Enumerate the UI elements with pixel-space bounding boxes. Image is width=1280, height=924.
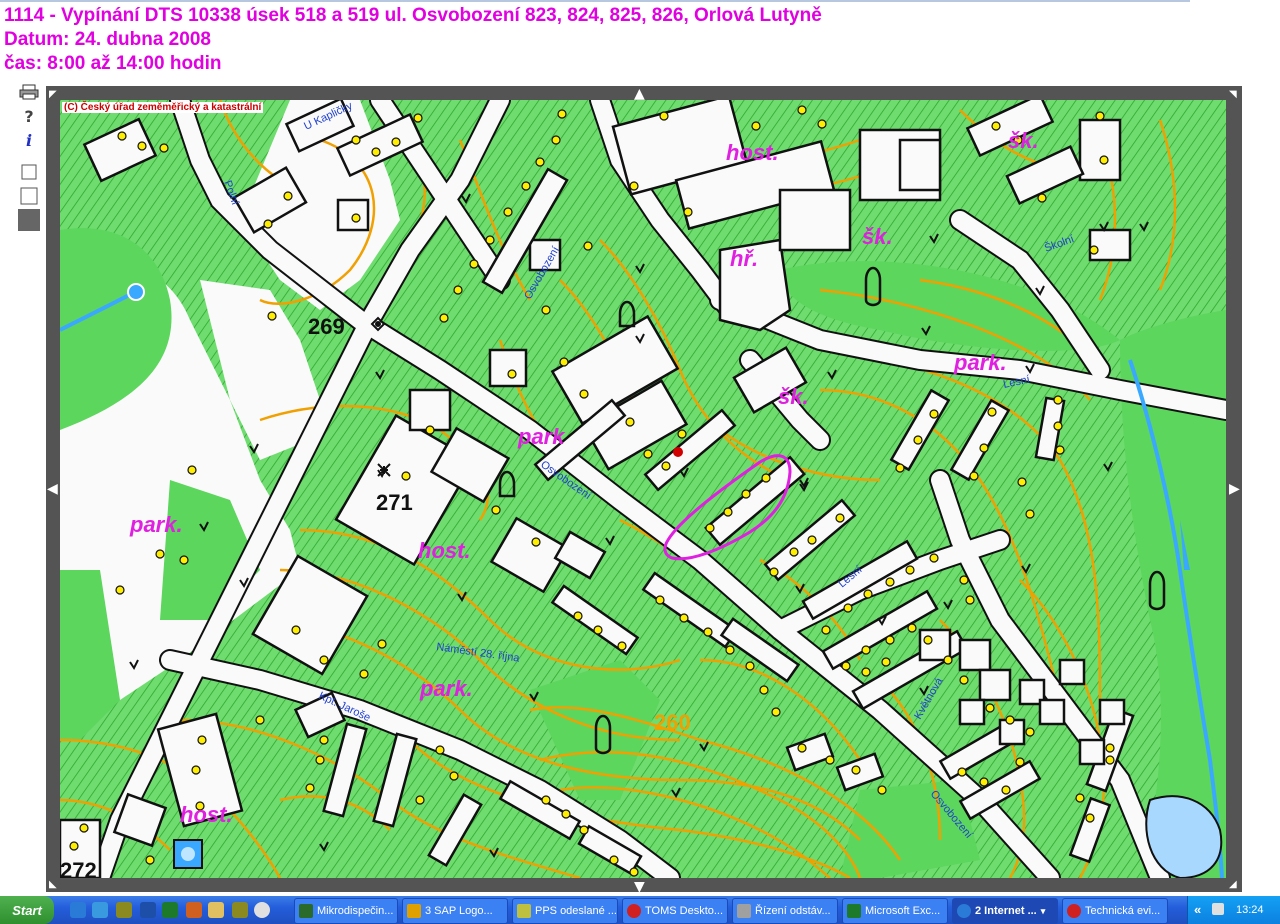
label-host-1: host. xyxy=(726,140,779,165)
pan-east-icon[interactable]: ▶ xyxy=(1229,482,1240,496)
print-icon[interactable] xyxy=(18,82,40,102)
page-title: 1114 - Vypínání DTS 10338 úsek 518 a 519… xyxy=(4,5,822,26)
app-quicklaunch-icon-1[interactable] xyxy=(116,902,132,918)
task-button-2[interactable]: 3 SAP Logo... xyxy=(402,898,508,924)
pan-northeast-icon[interactable]: ◥ xyxy=(1229,88,1237,102)
start-button[interactable]: Start xyxy=(0,896,54,924)
pan-southeast-icon[interactable]: ◢ xyxy=(1229,878,1237,892)
excel-quicklaunch-icon[interactable] xyxy=(162,902,178,918)
task-button-4[interactable]: TOMS Deskto... xyxy=(622,898,728,924)
ie-quicklaunch-icon[interactable] xyxy=(70,902,86,918)
label-sk-3: šk. xyxy=(778,384,809,409)
task-button-8[interactable]: Technická evi... xyxy=(1062,898,1168,924)
folder-quicklaunch-icon[interactable] xyxy=(208,902,224,918)
task-label-1: Mikrodispečin... xyxy=(317,905,394,917)
task-label-2: 3 SAP Logo... xyxy=(425,905,493,917)
task-button-5[interactable]: Řízení odstáv... xyxy=(732,898,838,924)
pan-south-icon[interactable]: ▼ xyxy=(634,880,645,894)
task-icon-8 xyxy=(1067,904,1081,918)
pan-west-icon[interactable]: ◀ xyxy=(47,482,58,496)
task-label-5: Řízení odstáv... xyxy=(755,905,831,917)
app-quicklaunch-icon-2[interactable] xyxy=(232,902,248,918)
map-copyright: (C) Český úřad zeměměřický a katastrální xyxy=(62,102,264,113)
map-toolbar: ? i xyxy=(14,82,44,242)
powerpoint-quicklaunch-icon[interactable] xyxy=(186,902,202,918)
task-button-3[interactable]: PPS odeslané ... xyxy=(512,898,618,924)
task-label-6: Microsoft Exc... xyxy=(865,905,941,917)
help-icon[interactable]: ? xyxy=(18,106,40,126)
system-tray: « 13:24 xyxy=(1187,896,1280,924)
word-quicklaunch-icon[interactable] xyxy=(140,902,156,918)
zoom-box-icon[interactable] xyxy=(18,186,40,206)
media-quicklaunch-icon[interactable] xyxy=(254,902,270,918)
task-icon-2 xyxy=(407,904,421,918)
label-host-3: host. xyxy=(180,802,233,827)
label-host-2: host. xyxy=(418,538,471,563)
task-icon-1 xyxy=(299,904,313,918)
pan-tool-icon[interactable] xyxy=(18,209,40,231)
tray-app-icon[interactable] xyxy=(1212,903,1224,915)
label-park-1: park. xyxy=(953,350,1007,375)
clock[interactable]: 13:24 xyxy=(1236,904,1264,916)
task-icon-4 xyxy=(627,904,641,918)
select-box-icon[interactable] xyxy=(18,162,40,182)
task-button-7[interactable]: 2 Internet ... ▾ xyxy=(952,898,1058,924)
map-viewport[interactable]: host. šk. šk. hř. park. šk. park park. h… xyxy=(60,100,1226,878)
task-icon-3 xyxy=(517,904,531,918)
label-hr: hř. xyxy=(730,246,758,271)
pan-north-icon[interactable]: ▲ xyxy=(634,87,645,101)
task-icon-7 xyxy=(957,904,971,918)
task-icon-5 xyxy=(737,904,751,918)
pan-southwest-icon[interactable]: ◣ xyxy=(49,878,57,892)
page-time: čas: 8:00 až 14:00 hodin xyxy=(4,53,222,74)
task-label-8: Technická evi... xyxy=(1085,905,1161,917)
task-label-4: TOMS Deskto... xyxy=(645,905,724,917)
height-269: 269 xyxy=(308,314,345,339)
label-sk-1: šk. xyxy=(1008,128,1039,153)
label-park-3: park. xyxy=(129,512,183,537)
page-header: 1114 - Vypínání DTS 10338 úsek 518 a 519… xyxy=(4,4,822,76)
task-label-3: PPS odeslané ... xyxy=(535,905,617,917)
page-date: Datum: 24. dubna 2008 xyxy=(4,29,211,50)
contour-260: 260 xyxy=(654,710,691,735)
cadastral-map[interactable]: host. šk. šk. hř. park. šk. park park. h… xyxy=(60,100,1226,878)
top-border xyxy=(0,0,1190,2)
info-icon[interactable]: i xyxy=(18,130,40,150)
height-272: 272 xyxy=(60,858,97,878)
height-271: 271 xyxy=(376,490,413,515)
taskbar: Start Mikrodispečin... 3 SAP Logo... PPS… xyxy=(0,896,1280,924)
label-park-2: park xyxy=(517,424,566,449)
label-sk-2: šk. xyxy=(862,224,893,249)
task-label-7: 2 Internet ... xyxy=(975,905,1037,917)
task-icon-6 xyxy=(847,904,861,918)
label-park-4: park. xyxy=(419,676,473,701)
outlook-quicklaunch-icon[interactable] xyxy=(92,902,108,918)
task-button-6[interactable]: Microsoft Exc... xyxy=(842,898,948,924)
group-chevron-icon: ▾ xyxy=(1040,905,1046,916)
task-button-1[interactable]: Mikrodispečin... xyxy=(294,898,398,924)
tray-expand-icon[interactable]: « xyxy=(1194,902,1201,917)
pan-northwest-icon[interactable]: ◤ xyxy=(49,88,57,102)
